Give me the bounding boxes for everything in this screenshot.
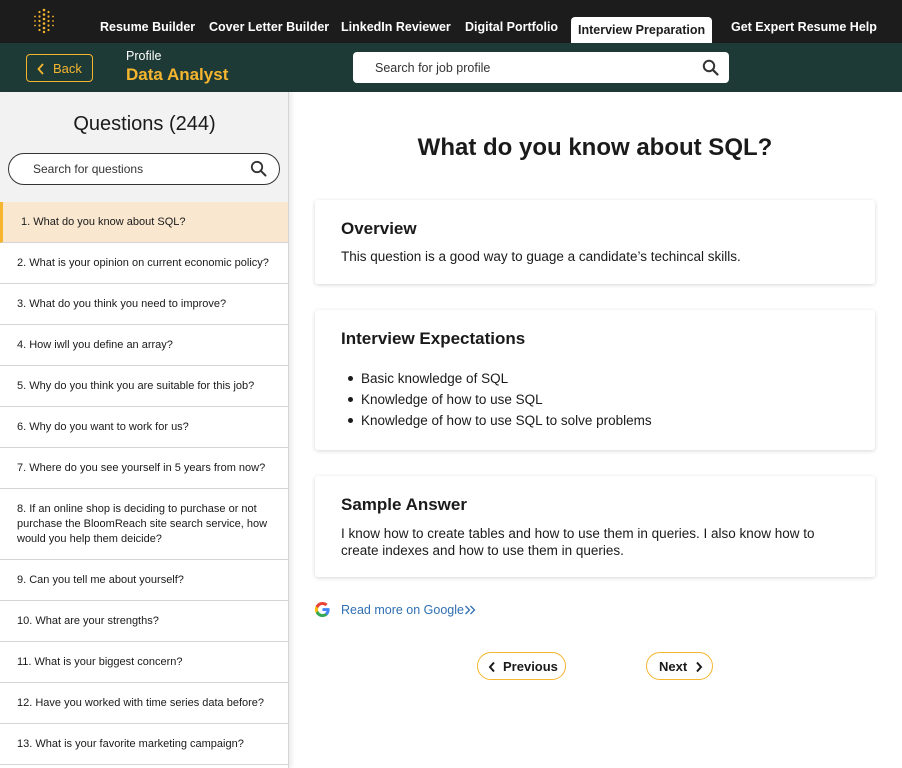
list-item: Knowledge of how to use SQL to solve pro… (348, 410, 652, 431)
question-item[interactable]: 5. Why do you think you are suitable for… (0, 366, 288, 407)
chevron-left-icon (488, 661, 495, 673)
previous-label: Previous (503, 659, 558, 674)
chevron-right-icon (696, 661, 703, 673)
read-more-google-label: Read more on Google (341, 603, 464, 617)
question-item[interactable]: 7. Where do you see yourself in 5 years … (0, 448, 288, 489)
job-profile-search (353, 52, 729, 83)
profile-title: Data Analyst (126, 65, 229, 84)
chevron-left-icon (37, 63, 44, 75)
question-list: 1. What do you know about SQL? 2. What i… (0, 202, 288, 765)
question-search-input[interactable] (33, 154, 243, 183)
overview-heading: Overview (341, 219, 417, 238)
nav-get-expert-resume-help[interactable]: Get Expert Resume Help (731, 0, 877, 43)
list-item: Basic knowledge of SQL (348, 368, 652, 389)
question-item[interactable]: 6. Why do you want to work for us? (0, 407, 288, 448)
back-button[interactable]: Back (26, 54, 93, 82)
logo-icon[interactable] (30, 7, 58, 35)
double-chevron-right-icon (465, 605, 476, 615)
expectations-heading: Interview Expectations (341, 329, 526, 348)
question-item[interactable]: 11. What is your biggest concern? (0, 642, 288, 683)
list-item: Knowledge of how to use SQL (348, 389, 652, 410)
next-label: Next (659, 659, 688, 674)
interview-expectations-card: Interview Expectations Basic knowledge o… (315, 310, 875, 450)
question-item[interactable]: 10. What are your strengths? (0, 601, 288, 642)
question-item[interactable]: 13. What is your favorite marketing camp… (0, 724, 288, 765)
question-item[interactable]: 2. What is your opinion on current econo… (0, 243, 288, 284)
overview-text: This question is a good way to guage a c… (341, 249, 741, 264)
sample-answer-card: Sample Answer I know how to create table… (315, 476, 875, 577)
search-icon[interactable] (250, 160, 267, 177)
questions-title: Questions (244) (73, 113, 216, 135)
overview-card: Overview This question is a good way to … (315, 200, 875, 284)
job-profile-search-input[interactable] (375, 52, 695, 83)
nav-interview-preparation[interactable]: Interview Preparation (571, 17, 713, 43)
question-item[interactable]: 8. If an online shop is deciding to purc… (0, 489, 288, 560)
question-search (8, 153, 280, 185)
top-navigation: Resume Builder Cover Letter Builder Link… (0, 0, 902, 43)
sample-answer-heading: Sample Answer (341, 495, 467, 514)
sample-answer-text: I know how to create tables and how to u… (341, 526, 815, 558)
back-label: Back (53, 61, 82, 76)
question-item[interactable]: 9. Can you tell me about yourself? (0, 560, 288, 601)
sidebar-header: Questions (244) (0, 92, 288, 202)
expectations-list: Basic knowledge of SQL Knowledge of how … (348, 368, 652, 431)
question-item[interactable]: 1. What do you know about SQL? (0, 202, 288, 243)
nav-resume-builder[interactable]: Resume Builder (100, 0, 195, 43)
question-item[interactable]: 3. What do you think you need to improve… (0, 284, 288, 325)
next-button[interactable]: Next (646, 652, 713, 680)
google-icon (314, 601, 330, 618)
profile-label: Profile (126, 49, 162, 63)
nav-cover-letter-builder[interactable]: Cover Letter Builder (209, 0, 329, 43)
nav-linkedin-reviewer[interactable]: LinkedIn Reviewer (341, 0, 451, 43)
profile-header: Back Profile Data Analyst (0, 43, 902, 92)
questions-sidebar: Questions (244) 1. What do you know abou… (0, 92, 289, 768)
previous-button[interactable]: Previous (477, 652, 566, 680)
search-icon[interactable] (702, 59, 719, 76)
question-title: What do you know about SQL? (417, 134, 773, 161)
question-item[interactable]: 4. How iwll you define an array? (0, 325, 288, 366)
nav-digital-portfolio[interactable]: Digital Portfolio (465, 0, 558, 43)
question-item[interactable]: 12. Have you worked with time series dat… (0, 683, 288, 724)
